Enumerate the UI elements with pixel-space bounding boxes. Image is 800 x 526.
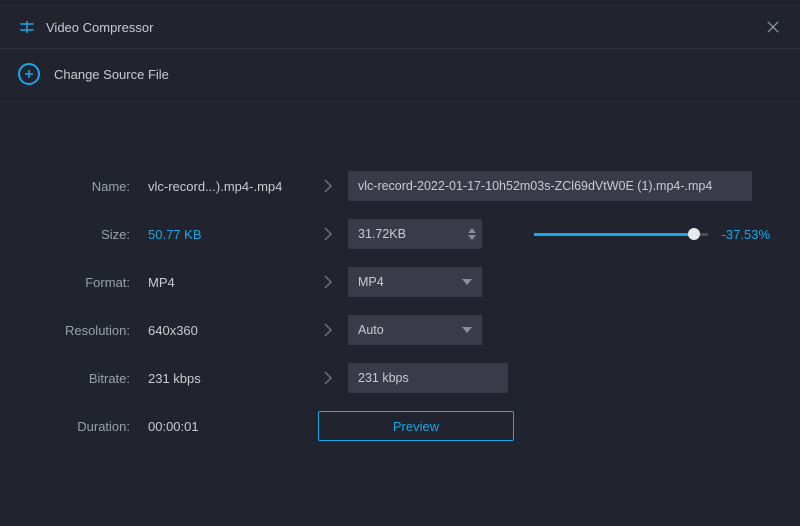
row-size: Size: 50.77 KB 31.72KB -37.53%: [30, 210, 770, 258]
slider-fill: [534, 233, 694, 236]
size-slider[interactable]: [534, 233, 708, 236]
chevron-right-icon: [308, 274, 348, 290]
chevron-right-icon: [308, 370, 348, 386]
plus-icon[interactable]: [18, 63, 40, 85]
label-name: Name:: [30, 179, 130, 194]
close-button[interactable]: [764, 18, 782, 36]
row-name: Name: vlc-record...).mp4-.mp4 vlc-record…: [30, 162, 770, 210]
bitrate-input[interactable]: [348, 363, 508, 393]
row-bitrate: Bitrate: 231 kbps: [30, 354, 770, 402]
slider-thumb[interactable]: [688, 228, 700, 240]
size-step-up[interactable]: [468, 228, 476, 233]
row-format: Format: MP4 MP4: [30, 258, 770, 306]
size-step-down[interactable]: [468, 235, 476, 240]
source-bitrate: 231 kbps: [148, 371, 308, 386]
header: Video Compressor: [0, 6, 800, 49]
format-select[interactable]: MP4: [348, 267, 482, 297]
format-select-value: MP4: [358, 275, 384, 289]
preview-button[interactable]: Preview: [318, 411, 514, 441]
label-duration: Duration:: [30, 419, 130, 434]
label-size: Size:: [30, 227, 130, 242]
chevron-right-icon: [308, 226, 348, 242]
chevron-down-icon: [462, 327, 472, 333]
source-name: vlc-record...).mp4-.mp4: [148, 179, 308, 194]
chevron-right-icon: [308, 322, 348, 338]
target-name-input[interactable]: vlc-record-2022-01-17-10h52m03s-ZCl69dVt…: [348, 171, 752, 201]
window-title: Video Compressor: [46, 20, 153, 35]
source-resolution: 640x360: [148, 323, 308, 338]
size-percentage: -37.53%: [722, 227, 770, 242]
label-bitrate: Bitrate:: [30, 371, 130, 386]
row-duration: Duration: 00:00:01 Preview: [30, 402, 770, 450]
form-content: Name: vlc-record...).mp4-.mp4 vlc-record…: [0, 102, 800, 450]
change-source-bar: Change Source File: [0, 49, 800, 102]
compress-icon: [18, 18, 36, 36]
source-duration: 00:00:01: [148, 419, 308, 434]
bitrate-field[interactable]: [358, 371, 498, 385]
target-size-stepper[interactable]: 31.72KB: [348, 219, 482, 249]
row-resolution: Resolution: 640x360 Auto: [30, 306, 770, 354]
source-size: 50.77 KB: [148, 227, 308, 242]
resolution-select-value: Auto: [358, 323, 384, 337]
label-format: Format:: [30, 275, 130, 290]
chevron-down-icon: [462, 279, 472, 285]
chevron-right-icon: [308, 178, 348, 194]
source-format: MP4: [148, 275, 308, 290]
change-source-button[interactable]: Change Source File: [54, 67, 169, 82]
preview-label: Preview: [393, 419, 439, 434]
label-resolution: Resolution:: [30, 323, 130, 338]
target-name-value: vlc-record-2022-01-17-10h52m03s-ZCl69dVt…: [358, 179, 712, 193]
target-size-value: 31.72KB: [358, 227, 406, 241]
resolution-select[interactable]: Auto: [348, 315, 482, 345]
